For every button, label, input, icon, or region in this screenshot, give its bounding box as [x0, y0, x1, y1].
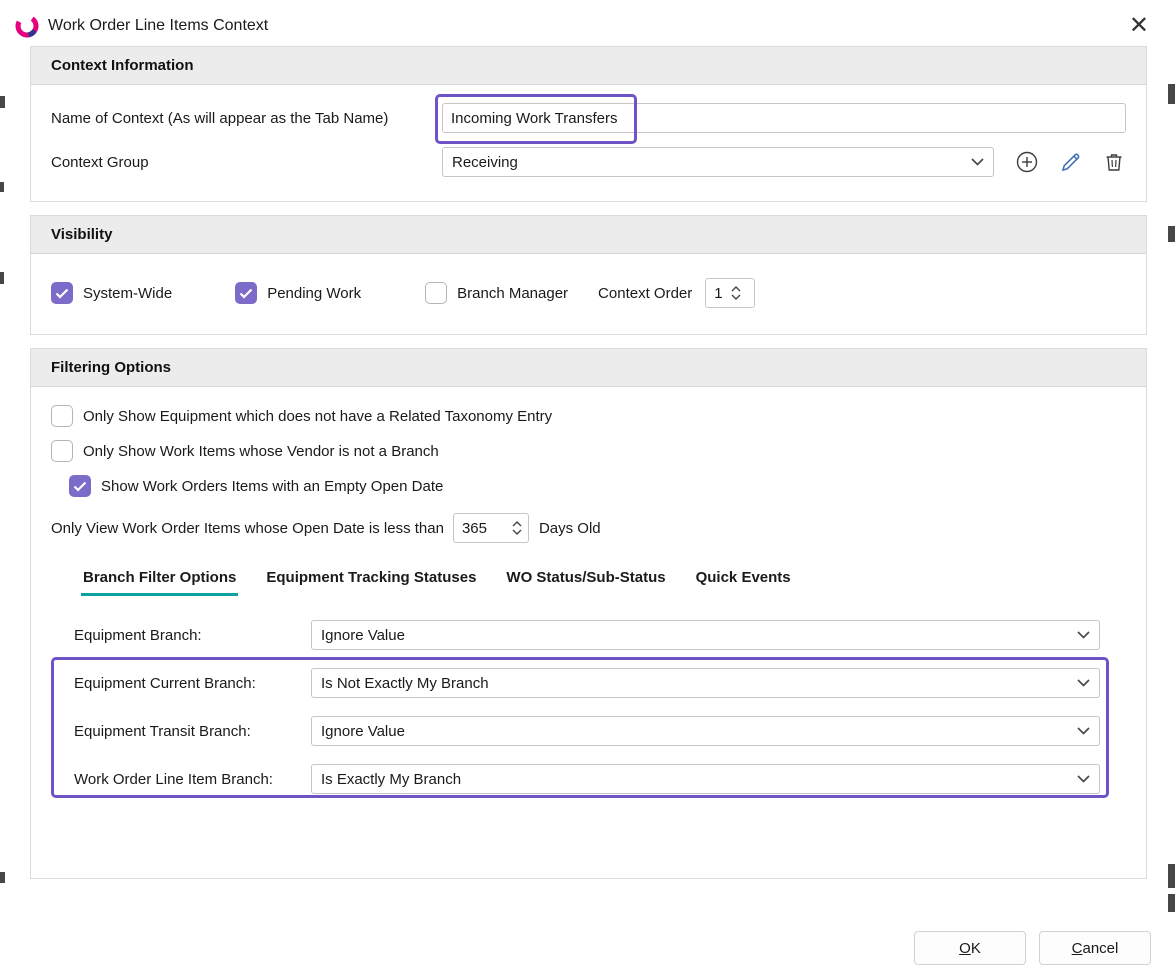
background-window-fragment [0, 182, 4, 192]
context-group-dropdown[interactable]: Receiving [442, 147, 994, 177]
stepper-arrows[interactable] [731, 279, 747, 307]
chevron-up-icon [731, 286, 741, 292]
visibility-section: Visibility System-Wide Pending Work [30, 215, 1147, 335]
context-name-row: Name of Context (As will appear as the T… [51, 103, 1126, 133]
plus-circle-icon [1015, 150, 1039, 174]
system-wide-checkbox[interactable] [51, 282, 73, 304]
check-icon [73, 481, 87, 492]
taxonomy-filter-row: Only Show Equipment which does not have … [51, 405, 1126, 427]
equipment-current-branch-label: Equipment Current Branch: [74, 675, 311, 692]
background-window-fragment [1168, 894, 1175, 912]
background-window-fragment [0, 272, 4, 284]
chevron-down-icon [1077, 631, 1090, 639]
chevron-down-icon [731, 294, 741, 300]
equipment-transit-branch-label: Equipment Transit Branch: [74, 723, 311, 740]
dialog-titlebar: Work Order Line Items Context ✕ [0, 0, 1175, 46]
equipment-branch-row: Equipment Branch: Ignore Value [74, 620, 1100, 650]
tab-branch-filter-options[interactable]: Branch Filter Options [81, 565, 238, 596]
cancel-button[interactable]: Cancel [1039, 931, 1151, 965]
no-taxonomy-entry-checkbox[interactable] [51, 405, 73, 427]
vendor-not-branch-label: Only Show Work Items whose Vendor is not… [83, 443, 439, 460]
background-window-fragment [0, 872, 5, 883]
pencil-icon [1060, 151, 1082, 173]
ok-button[interactable]: OK [914, 931, 1026, 965]
empty-open-date-label: Show Work Orders Items with an Empty Ope… [101, 478, 443, 495]
context-information-section: Context Information Name of Context (As … [30, 46, 1147, 202]
chevron-down-icon [971, 158, 984, 166]
no-taxonomy-entry-label: Only Show Equipment which does not have … [83, 408, 552, 425]
empty-open-date-checkbox[interactable] [69, 475, 91, 497]
context-order-label: Context Order [598, 285, 692, 302]
chevron-down-icon [1077, 727, 1090, 735]
background-window-fragment [1168, 864, 1175, 888]
chevron-down-icon [512, 529, 522, 535]
filtering-options-header: Filtering Options [31, 349, 1146, 387]
context-order-value: 1 [706, 279, 730, 307]
system-wide-label: System-Wide [83, 285, 172, 302]
tab-wo-status-sub-status[interactable]: WO Status/Sub-Status [504, 565, 667, 596]
wo-line-item-branch-label: Work Order Line Item Branch: [74, 771, 311, 788]
days-old-suffix-label: Days Old [539, 520, 601, 537]
equipment-branch-label: Equipment Branch: [74, 627, 311, 644]
context-order-stepper[interactable]: 1 [705, 278, 755, 308]
context-name-label: Name of Context (As will appear as the T… [51, 110, 442, 127]
filter-tabs: Branch Filter Options Equipment Tracking… [81, 565, 1126, 596]
chevron-down-icon [1077, 775, 1090, 783]
equipment-branch-dropdown[interactable]: Ignore Value [311, 620, 1100, 650]
vendor-not-branch-checkbox[interactable] [51, 440, 73, 462]
app-logo-icon [14, 13, 40, 39]
vendor-filter-row: Only Show Work Items whose Vendor is not… [51, 440, 1126, 462]
highlighted-branch-filter-group: Equipment Current Branch: Is Not Exactly… [74, 668, 1100, 794]
wo-line-item-branch-dropdown[interactable]: Is Exactly My Branch [311, 764, 1100, 794]
add-context-group-button[interactable] [1015, 150, 1039, 174]
check-icon [239, 288, 253, 299]
context-information-header: Context Information [31, 47, 1146, 85]
empty-open-date-row: Show Work Orders Items with an Empty Ope… [69, 475, 1126, 497]
pending-work-checkbox[interactable] [235, 282, 257, 304]
context-group-row: Context Group Receiving [51, 147, 1126, 177]
dialog-title: Work Order Line Items Context [48, 17, 268, 35]
dialog-footer: OK Cancel [914, 931, 1151, 965]
visibility-header: Visibility [31, 216, 1146, 254]
context-group-value: Receiving [452, 154, 518, 171]
cancel-button-label: Cancel [1072, 940, 1119, 957]
context-name-input[interactable] [442, 103, 1126, 133]
equipment-branch-value: Ignore Value [321, 627, 405, 644]
branch-manager-label: Branch Manager [457, 285, 568, 302]
stepper-arrows[interactable] [512, 514, 528, 542]
equipment-transit-branch-dropdown[interactable]: Ignore Value [311, 716, 1100, 746]
background-window-fragment [1168, 84, 1175, 104]
branch-manager-checkbox[interactable] [425, 282, 447, 304]
wo-line-item-branch-row: Work Order Line Item Branch: Is Exactly … [74, 764, 1100, 794]
wo-line-item-branch-value: Is Exactly My Branch [321, 771, 461, 788]
tab-quick-events[interactable]: Quick Events [694, 565, 793, 596]
edit-context-group-button[interactable] [1060, 151, 1082, 173]
delete-context-group-button[interactable] [1103, 151, 1125, 173]
background-window-fragment [1168, 226, 1175, 242]
equipment-transit-branch-value: Ignore Value [321, 723, 405, 740]
check-icon [55, 288, 69, 299]
equipment-current-branch-dropdown[interactable]: Is Not Exactly My Branch [311, 668, 1100, 698]
chevron-down-icon [1077, 679, 1090, 687]
equipment-current-branch-row: Equipment Current Branch: Is Not Exactly… [74, 668, 1100, 698]
equipment-current-branch-value: Is Not Exactly My Branch [321, 675, 489, 692]
context-group-label: Context Group [51, 154, 442, 171]
days-old-value: 365 [454, 514, 495, 542]
tab-equipment-tracking-statuses[interactable]: Equipment Tracking Statuses [264, 565, 478, 596]
close-icon[interactable]: ✕ [1123, 12, 1155, 40]
background-window-fragment [0, 96, 5, 108]
pending-work-label: Pending Work [267, 285, 361, 302]
open-date-prefix-label: Only View Work Order Items whose Open Da… [51, 520, 444, 537]
trash-icon [1103, 151, 1125, 173]
equipment-transit-branch-row: Equipment Transit Branch: Ignore Value [74, 716, 1100, 746]
chevron-up-icon [512, 521, 522, 527]
open-date-age-row: Only View Work Order Items whose Open Da… [51, 513, 1126, 543]
filtering-options-section: Filtering Options Only Show Equipment wh… [30, 348, 1147, 879]
ok-button-label: OK [959, 940, 981, 957]
days-old-stepper[interactable]: 365 [453, 513, 529, 543]
